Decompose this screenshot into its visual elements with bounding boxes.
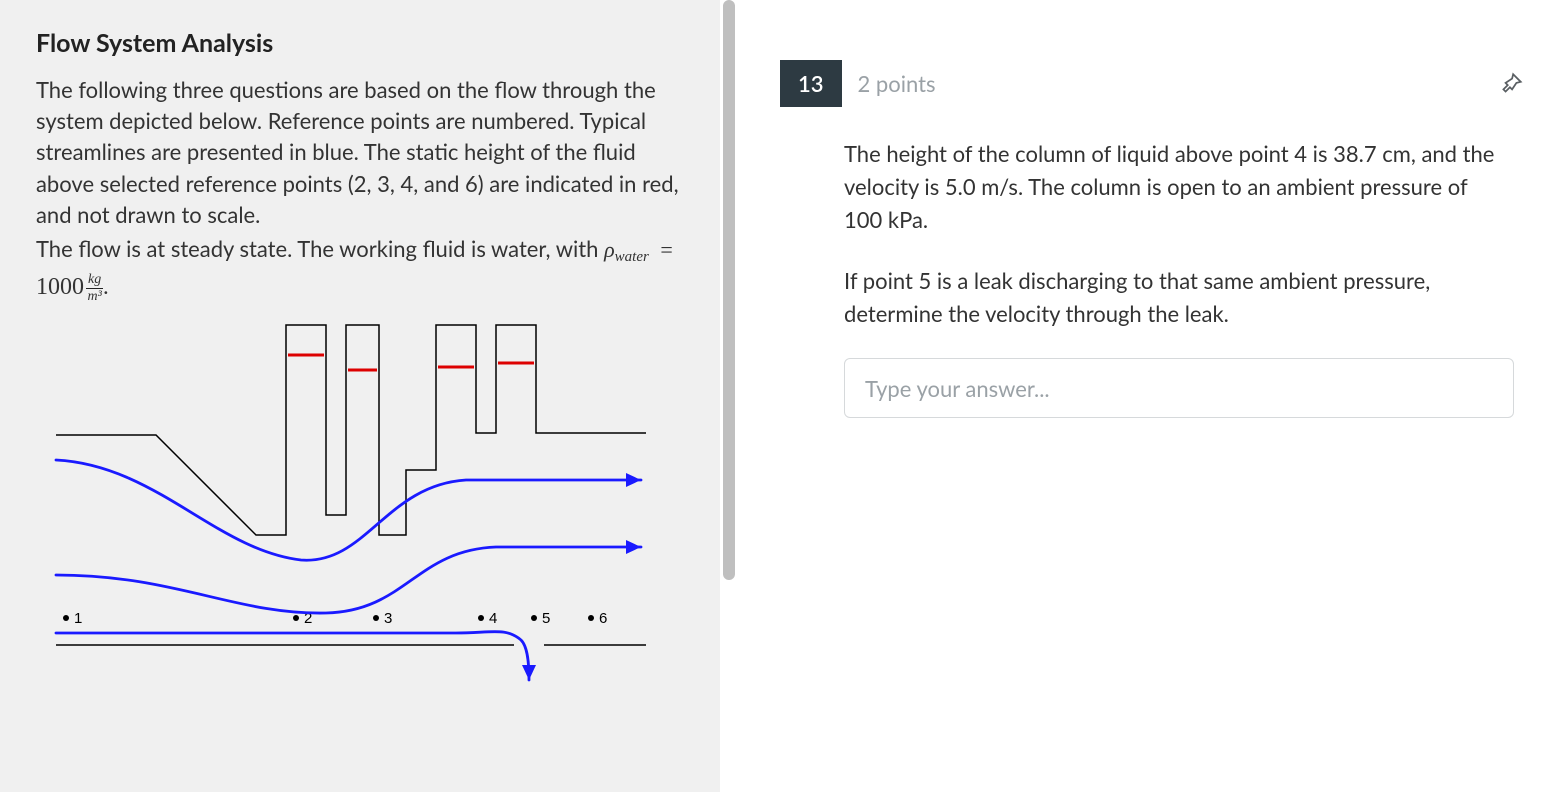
question-header: 13 2 points bbox=[780, 60, 1524, 107]
flow-diagram: 1 2 3 4 5 6 bbox=[36, 315, 656, 699]
svg-text:6: 6 bbox=[599, 610, 607, 627]
reference-title: Flow System Analysis bbox=[36, 28, 684, 58]
question-panel: 13 2 points The height of the column of … bbox=[738, 0, 1566, 792]
question-number-badge: 13 bbox=[780, 60, 842, 107]
svg-text:4: 4 bbox=[489, 610, 497, 627]
svg-text:1: 1 bbox=[74, 610, 82, 627]
pin-icon bbox=[1498, 71, 1524, 97]
equals-sign: = bbox=[649, 237, 679, 262]
pin-button[interactable] bbox=[1498, 71, 1524, 97]
reference-panel: Flow System Analysis The following three… bbox=[0, 0, 720, 792]
unit-fraction: kgm³ bbox=[86, 273, 103, 304]
rho-value: 1000 bbox=[36, 274, 84, 300]
question-text-1: The height of the column of liquid above… bbox=[844, 137, 1524, 236]
scrollbar-thumb[interactable] bbox=[723, 0, 735, 580]
reference-paragraph-2: The flow is at steady state. The working… bbox=[36, 232, 684, 305]
question-points: 2 points bbox=[858, 70, 936, 97]
para2-prefix: The flow is at steady state. The working… bbox=[36, 235, 604, 262]
reference-paragraph-1: The following three questions are based … bbox=[36, 74, 684, 230]
svg-text:5: 5 bbox=[542, 610, 550, 627]
reference-scrollbar[interactable] bbox=[720, 0, 738, 792]
rho-subscript: water bbox=[615, 249, 649, 265]
question-text-2: If point 5 is a leak discharging to that… bbox=[844, 264, 1524, 330]
answer-input[interactable] bbox=[844, 358, 1514, 418]
svg-text:3: 3 bbox=[384, 610, 392, 627]
rho-symbol: ρ bbox=[604, 237, 615, 262]
